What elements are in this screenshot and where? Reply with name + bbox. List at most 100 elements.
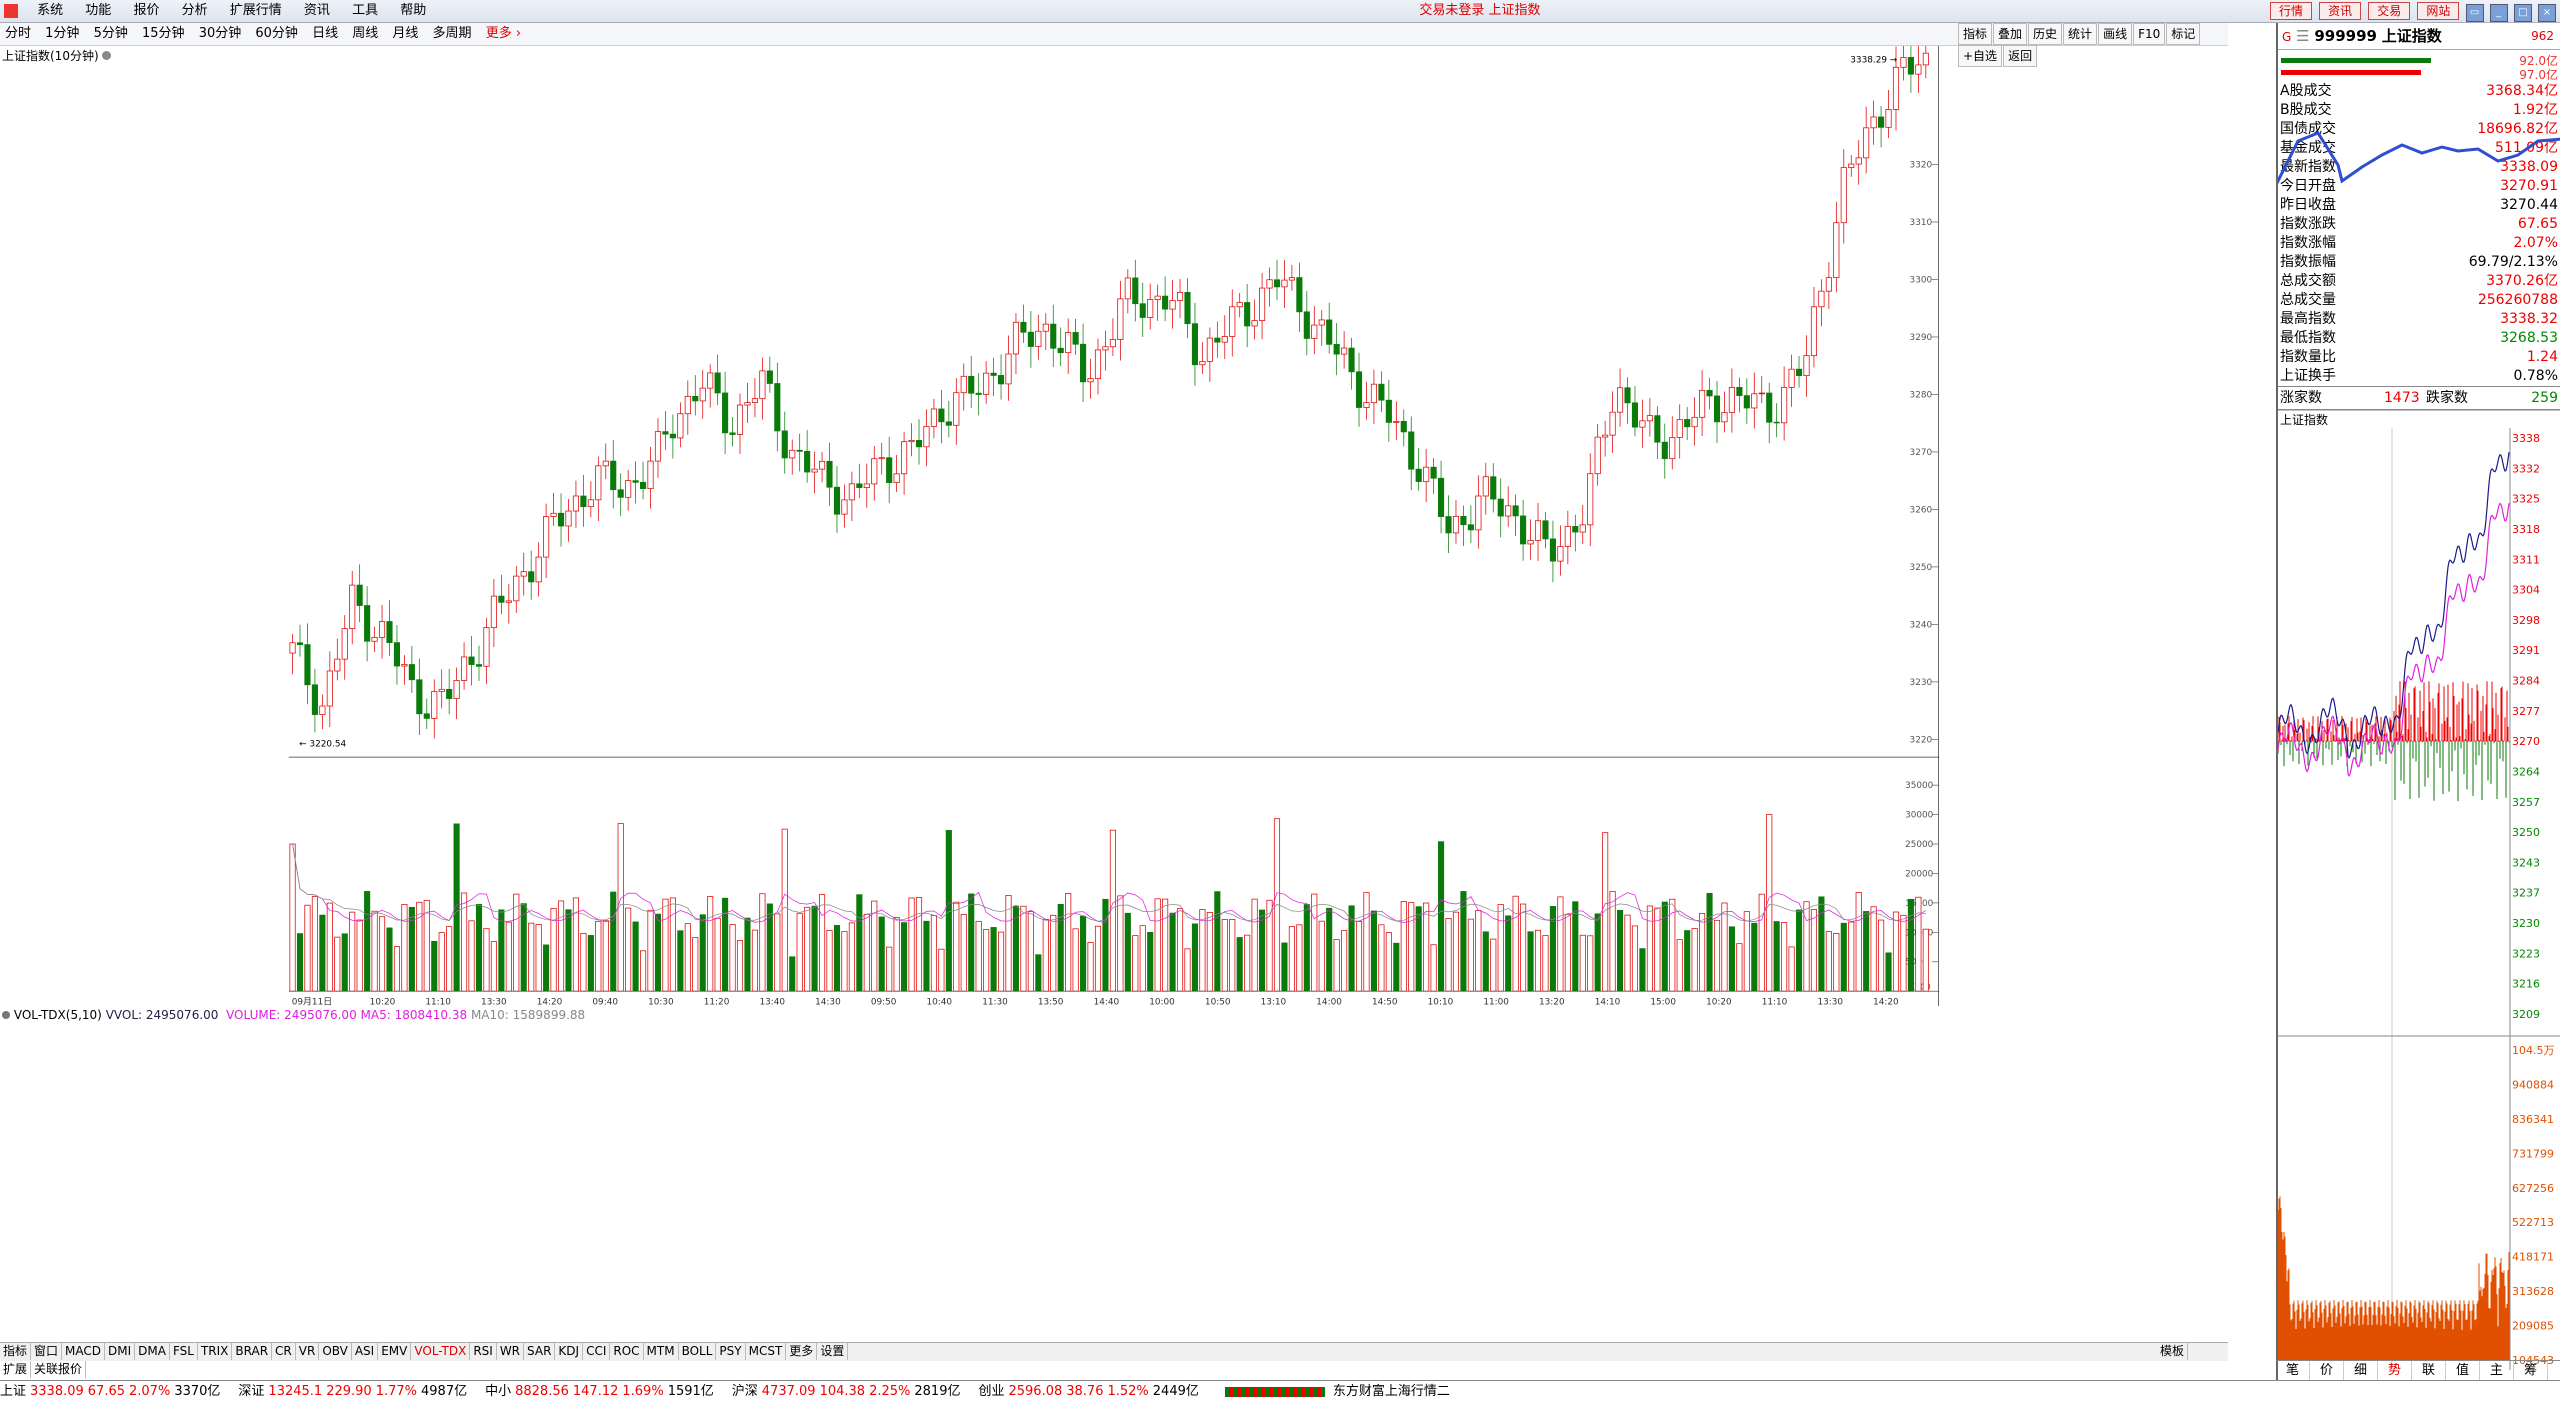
indicator-dot-icon[interactable]	[2, 1011, 10, 1019]
ma10-line	[292, 843, 1926, 922]
indicator-tab[interactable]: TRIX	[198, 1343, 233, 1360]
tool-indicator[interactable]: 指标	[1958, 23, 1993, 45]
indicator-tab[interactable]: DMI	[105, 1343, 136, 1360]
menu-icon[interactable]: ☰	[2296, 27, 2309, 45]
panel-tab[interactable]: 价	[2310, 1361, 2344, 1381]
close-icon[interactable]: ×	[2538, 4, 2556, 22]
dec-label: 跌家数	[2426, 390, 2468, 406]
menu-news[interactable]: 资讯	[295, 0, 339, 22]
panel-tab[interactable]: 筹	[2514, 1361, 2548, 1381]
index-ticker[interactable]: 沪深 4737.09 104.38 2.25% 2819亿	[732, 1384, 975, 1399]
indicator-tab[interactable]: 窗口	[31, 1343, 63, 1360]
stat-row: A股成交 3368.34亿	[2278, 82, 2560, 101]
trade-button[interactable]: 交易	[2368, 2, 2411, 20]
indicator-tab[interactable]: BOLL	[679, 1343, 717, 1360]
panel-tab[interactable]: 值	[2446, 1361, 2480, 1381]
indicator-tab[interactable]: ASI	[352, 1343, 379, 1360]
period-month[interactable]: 月线	[387, 23, 423, 45]
minimize-icon[interactable]: _	[2489, 4, 2508, 22]
indicator-tab[interactable]: ROC	[610, 1343, 644, 1360]
indicator-tab[interactable]: MACD	[62, 1343, 106, 1360]
time-label: 11:30	[982, 998, 1008, 1006]
indicator-tab[interactable]: MTM	[644, 1343, 679, 1360]
restore-icon[interactable]: ▭	[2465, 4, 2484, 22]
candle	[334, 658, 341, 672]
candle	[535, 556, 542, 583]
tab-expand[interactable]: 扩展	[0, 1361, 32, 1378]
panel-tab[interactable]: 笔	[2276, 1361, 2310, 1381]
tool-overlay[interactable]: 叠加	[1993, 23, 2028, 45]
indicator-tab[interactable]: WR	[497, 1343, 525, 1360]
volume-bar	[520, 903, 527, 992]
indicator-tab[interactable]: 设置	[817, 1343, 849, 1360]
panel-tab[interactable]: 细	[2344, 1361, 2378, 1381]
menu-system[interactable]: 系统	[28, 0, 72, 22]
panel-tab[interactable]: 势	[2378, 1361, 2412, 1381]
tool-history[interactable]: 历史	[2028, 23, 2063, 45]
indicator-tab[interactable]: VOL-TDX	[411, 1343, 471, 1360]
period-multi[interactable]: 多周期	[428, 23, 477, 45]
indicator-tab[interactable]: KDJ	[555, 1343, 584, 1360]
indicator-tab[interactable]: CCI	[583, 1343, 611, 1360]
news-button[interactable]: 资讯	[2319, 2, 2362, 20]
intraday-mini-chart[interactable]: 上证指数 3338 3332 3325 3318 3311 3304 3298 3291 3284…	[2278, 410, 2560, 1370]
tool-mark[interactable]: 标记	[2166, 23, 2201, 45]
indicator-tab[interactable]: OBV	[319, 1343, 352, 1360]
index-ticker[interactable]: 上证 3338.09 67.65 2.07% 3370亿	[0, 1384, 234, 1399]
indicator-tab[interactable]: VR	[296, 1343, 320, 1360]
tool-draw[interactable]: 画线	[2098, 23, 2133, 45]
candle	[923, 425, 930, 448]
template-tab[interactable]: 模板	[2157, 1343, 2188, 1360]
index-ticker[interactable]: 深证 13245.1 229.90 1.77% 4987亿	[238, 1384, 481, 1399]
indicator-tab[interactable]: FSL	[170, 1343, 198, 1360]
period-timeshare[interactable]: 分时	[0, 23, 36, 45]
market-button[interactable]: 行情	[2269, 2, 2312, 20]
menu-tools[interactable]: 工具	[343, 0, 387, 22]
maximize-icon[interactable]: □	[2513, 4, 2532, 22]
panel-tab[interactable]: 联	[2412, 1361, 2446, 1381]
bar-val-b: 97.0亿	[2519, 68, 2558, 82]
tab-related-quotes[interactable]: 关联报价	[31, 1361, 87, 1378]
period-week[interactable]: 周线	[347, 23, 383, 45]
volume-bar	[968, 893, 975, 992]
menu-analysis[interactable]: 分析	[173, 0, 217, 22]
website-button[interactable]: 网站	[2417, 2, 2460, 20]
index-ticker[interactable]: 创业 2596.08 38.76 1.52% 2449亿	[978, 1384, 1212, 1399]
candle	[543, 516, 550, 558]
period-1min[interactable]: 1分钟	[40, 23, 84, 45]
candle	[804, 450, 811, 473]
panel-tab[interactable]: 主	[2480, 1361, 2514, 1381]
indicator-tab[interactable]: EMV	[378, 1343, 412, 1360]
candle	[1863, 127, 1870, 159]
period-5min[interactable]: 5分钟	[89, 23, 133, 45]
volume-bar	[1639, 948, 1646, 992]
indicator-tab[interactable]: CR	[272, 1343, 296, 1360]
period-15min[interactable]: 15分钟	[137, 23, 190, 45]
indicator-tab[interactable]: 指标	[0, 1343, 32, 1360]
settings-dot-icon[interactable]	[102, 51, 112, 60]
period-more[interactable]: 更多 ›	[481, 23, 526, 45]
indicator-tab[interactable]: 更多	[786, 1343, 818, 1360]
indicator-tab[interactable]: RSI	[470, 1343, 497, 1360]
indicator-tab[interactable]: MCST	[746, 1343, 787, 1360]
menu-help[interactable]: 帮助	[391, 0, 435, 22]
tool-f10[interactable]: F10	[2133, 23, 2166, 45]
candle	[1594, 436, 1601, 475]
candle	[1393, 420, 1400, 423]
candle	[1848, 163, 1855, 168]
period-day[interactable]: 日线	[307, 23, 343, 45]
candle	[766, 370, 773, 384]
menu-function[interactable]: 功能	[76, 0, 120, 22]
menu-extended[interactable]: 扩展行情	[221, 0, 291, 22]
menu-quote[interactable]: 报价	[124, 0, 168, 22]
indicator-tab[interactable]: SAR	[524, 1343, 556, 1360]
indicator-tab[interactable]: BRAR	[232, 1343, 273, 1360]
volume-bar	[759, 893, 766, 992]
kline-chart[interactable]: 3320 3310 3300 3290 3280 3270 3260 3250 3240 3230…	[0, 46, 2228, 1006]
indicator-tab[interactable]: DMA	[135, 1343, 170, 1360]
tool-stats[interactable]: 统计	[2063, 23, 2098, 45]
period-30min[interactable]: 30分钟	[194, 23, 247, 45]
indicator-tab[interactable]: PSY	[716, 1343, 746, 1360]
period-60min[interactable]: 60分钟	[250, 23, 303, 45]
index-ticker[interactable]: 中小 8828.56 147.12 1.69% 1591亿	[485, 1384, 728, 1399]
